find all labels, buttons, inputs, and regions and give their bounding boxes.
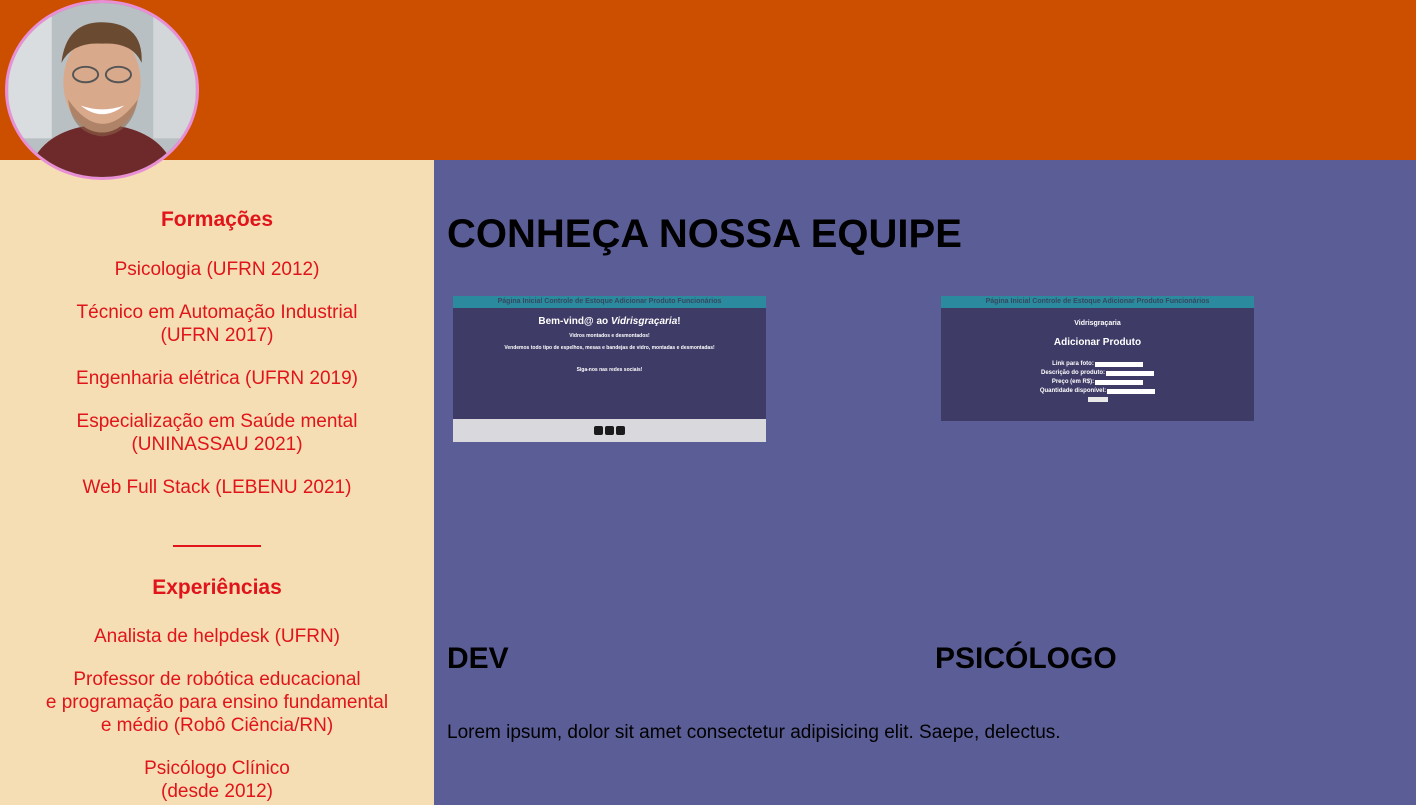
formacao-item: Engenharia elétrica (UFRN 2019)	[76, 368, 358, 389]
formacao-item: Especialização em Saúde mental (UNINASSA…	[76, 411, 358, 455]
screenshot-navbar: Página Inicial Controle de Estoque Adici…	[941, 296, 1254, 308]
role-psicologo: PSICÓLOGO	[935, 642, 1117, 675]
screenshot-footer	[453, 419, 766, 442]
screenshot-submit: enviar	[1087, 397, 1108, 402]
twitter-icon	[616, 426, 625, 435]
screenshot-line: Vendemos todo tipo de espelhos, mesas e …	[504, 345, 715, 351]
screenshot-line: Siga-nos nas redes sociais!	[576, 367, 643, 373]
role-dev: DEV	[447, 642, 509, 675]
formacao-item: Psicologia (UFRN 2012)	[114, 259, 320, 280]
divider	[173, 545, 261, 547]
formacao-item: Web Full Stack (LEBENU 2021)	[82, 477, 352, 498]
header-bar	[0, 0, 1416, 160]
screenshot-brand: Vidrisgraçaria	[1074, 320, 1121, 327]
avatar-photo	[8, 3, 196, 177]
description-text: Lorem ipsum, dolor sit amet consectetur …	[447, 722, 1061, 743]
main-content: CONHEÇA NOSSA EQUIPE Página Inicial Cont…	[434, 160, 1416, 805]
screenshot-welcome: Bem-vind@ ao Vidrisgraçaria!	[538, 316, 681, 327]
experiencia-item: Analista de helpdesk (UFRN)	[93, 626, 341, 647]
screenshot-form: Link para foto: Descrição do produto: Pr…	[941, 360, 1254, 405]
formacao-item: Técnico em Automação Industrial (UFRN 20…	[76, 302, 358, 346]
page-title: CONHEÇA NOSSA EQUIPE	[447, 212, 962, 256]
facebook-icon	[594, 426, 603, 435]
experiencias-title: Experiências	[152, 576, 282, 599]
project-screenshot-add-product[interactable]: Página Inicial Controle de Estoque Adici…	[941, 296, 1254, 421]
screenshot-heading: Adicionar Produto	[1053, 337, 1142, 348]
experiencia-item: Psicólogo Clínico (desde 2012)	[144, 758, 290, 802]
instagram-icon	[605, 426, 614, 435]
project-screenshot-home[interactable]: Página Inicial Controle de Estoque Adici…	[453, 296, 766, 442]
screenshot-line: Vidros montados e desmontados!	[569, 333, 650, 339]
sidebar: Formações Psicologia (UFRN 2012) Técnico…	[0, 160, 434, 805]
avatar	[5, 0, 199, 180]
experiencia-item: Professor de robótica educacional e prog…	[45, 669, 389, 736]
screenshot-navbar: Página Inicial Controle de Estoque Adici…	[453, 296, 766, 308]
formacoes-title: Formações	[160, 208, 274, 231]
